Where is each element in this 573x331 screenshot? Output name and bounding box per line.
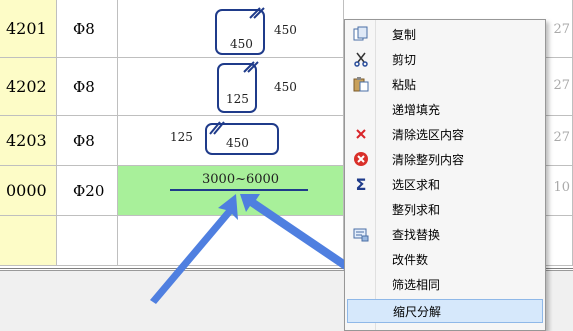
row-id-cell[interactable]: 4201	[0, 0, 57, 57]
shape-inner-label: 450	[226, 136, 249, 150]
menu-item-paste[interactable]: 粘贴	[347, 72, 543, 96]
menu-item-label: 复制	[392, 27, 417, 42]
row-id-cell[interactable]: 0000	[0, 166, 57, 215]
paste-icon	[352, 75, 370, 93]
menu-item-filter-same[interactable]: 筛选相同	[347, 272, 543, 296]
menu-item-label: 清除选区内容	[392, 127, 465, 142]
shape-cell[interactable]	[118, 216, 344, 265]
diameter-cell[interactable]	[57, 216, 118, 265]
menu-item-label: 缩尺分解	[393, 304, 442, 319]
straight-bar-drawing	[170, 189, 308, 191]
menu-item-increment-fill[interactable]: 递增填充	[347, 97, 543, 121]
shape-cell[interactable]: 125 450	[118, 58, 344, 115]
menu-item-scale-decompose[interactable]: 缩尺分解	[347, 299, 543, 323]
menu-item-find-replace[interactable]: 查找替换	[347, 222, 543, 246]
row-id-cell[interactable]: 4203	[0, 116, 57, 165]
menu-item-clear-column[interactable]: 清除整列内容	[347, 147, 543, 171]
menu-item-label: 清除整列内容	[392, 152, 465, 167]
shape-inner-label: 125	[226, 92, 249, 106]
menu-item-label: 选区求和	[392, 177, 441, 192]
sigma-icon: Σ	[355, 174, 367, 194]
shape-side-label: 450	[274, 23, 297, 37]
diameter-cell[interactable]: Φ8	[57, 58, 118, 115]
menu-item-clear-selection[interactable]: 清除选区内容	[347, 122, 543, 146]
menu-item-label: 改件数	[392, 252, 429, 267]
shape-inner-label: 450	[230, 37, 253, 51]
menu-item-label: 递增填充	[392, 102, 441, 117]
scissors-icon	[352, 50, 370, 68]
menu-item-label: 筛选相同	[392, 277, 441, 292]
shape-cell[interactable]: 450 450	[118, 0, 344, 57]
menu-item-label: 查找替换	[392, 227, 441, 242]
shape-side-label: 450	[274, 80, 297, 94]
menu-item-copy[interactable]: 复制	[347, 22, 543, 46]
partial-value: 27	[553, 130, 570, 145]
partial-value: 10	[553, 180, 570, 195]
menu-item-sum-selection[interactable]: Σ 选区求和	[347, 172, 543, 196]
partial-value: 27	[553, 22, 570, 37]
diameter-cell[interactable]: Φ8	[57, 116, 118, 165]
shape-cell[interactable]: 450 125	[118, 116, 344, 165]
diameter-cell[interactable]: Φ8	[57, 0, 118, 57]
menu-item-change-count[interactable]: 改件数	[347, 247, 543, 271]
find-replace-icon	[352, 225, 370, 243]
partial-value: 27	[553, 78, 570, 93]
context-menu[interactable]: 复制 剪切 粘贴 递增填充 清除选区内容 清除整列内容 Σ 选区求和 整列求和	[344, 19, 546, 331]
diameter-cell[interactable]: Φ20	[57, 166, 118, 215]
menu-item-cut[interactable]: 剪切	[347, 47, 543, 71]
row-id-cell[interactable]: 4202	[0, 58, 57, 115]
menu-item-label: 整列求和	[392, 202, 441, 217]
selected-shape-cell[interactable]: 3000~6000	[118, 166, 344, 215]
menu-item-label: 粘贴	[392, 77, 417, 92]
shape-side-label: 125	[170, 130, 193, 144]
red-x-icon	[352, 125, 370, 143]
hook-shape-drawing	[217, 61, 259, 113]
menu-item-label: 剪切	[392, 52, 417, 67]
red-circle-x-icon	[352, 150, 370, 168]
copy-icon	[352, 25, 370, 43]
menu-item-sum-column[interactable]: 整列求和	[347, 197, 543, 221]
row-id-cell[interactable]	[0, 216, 57, 265]
